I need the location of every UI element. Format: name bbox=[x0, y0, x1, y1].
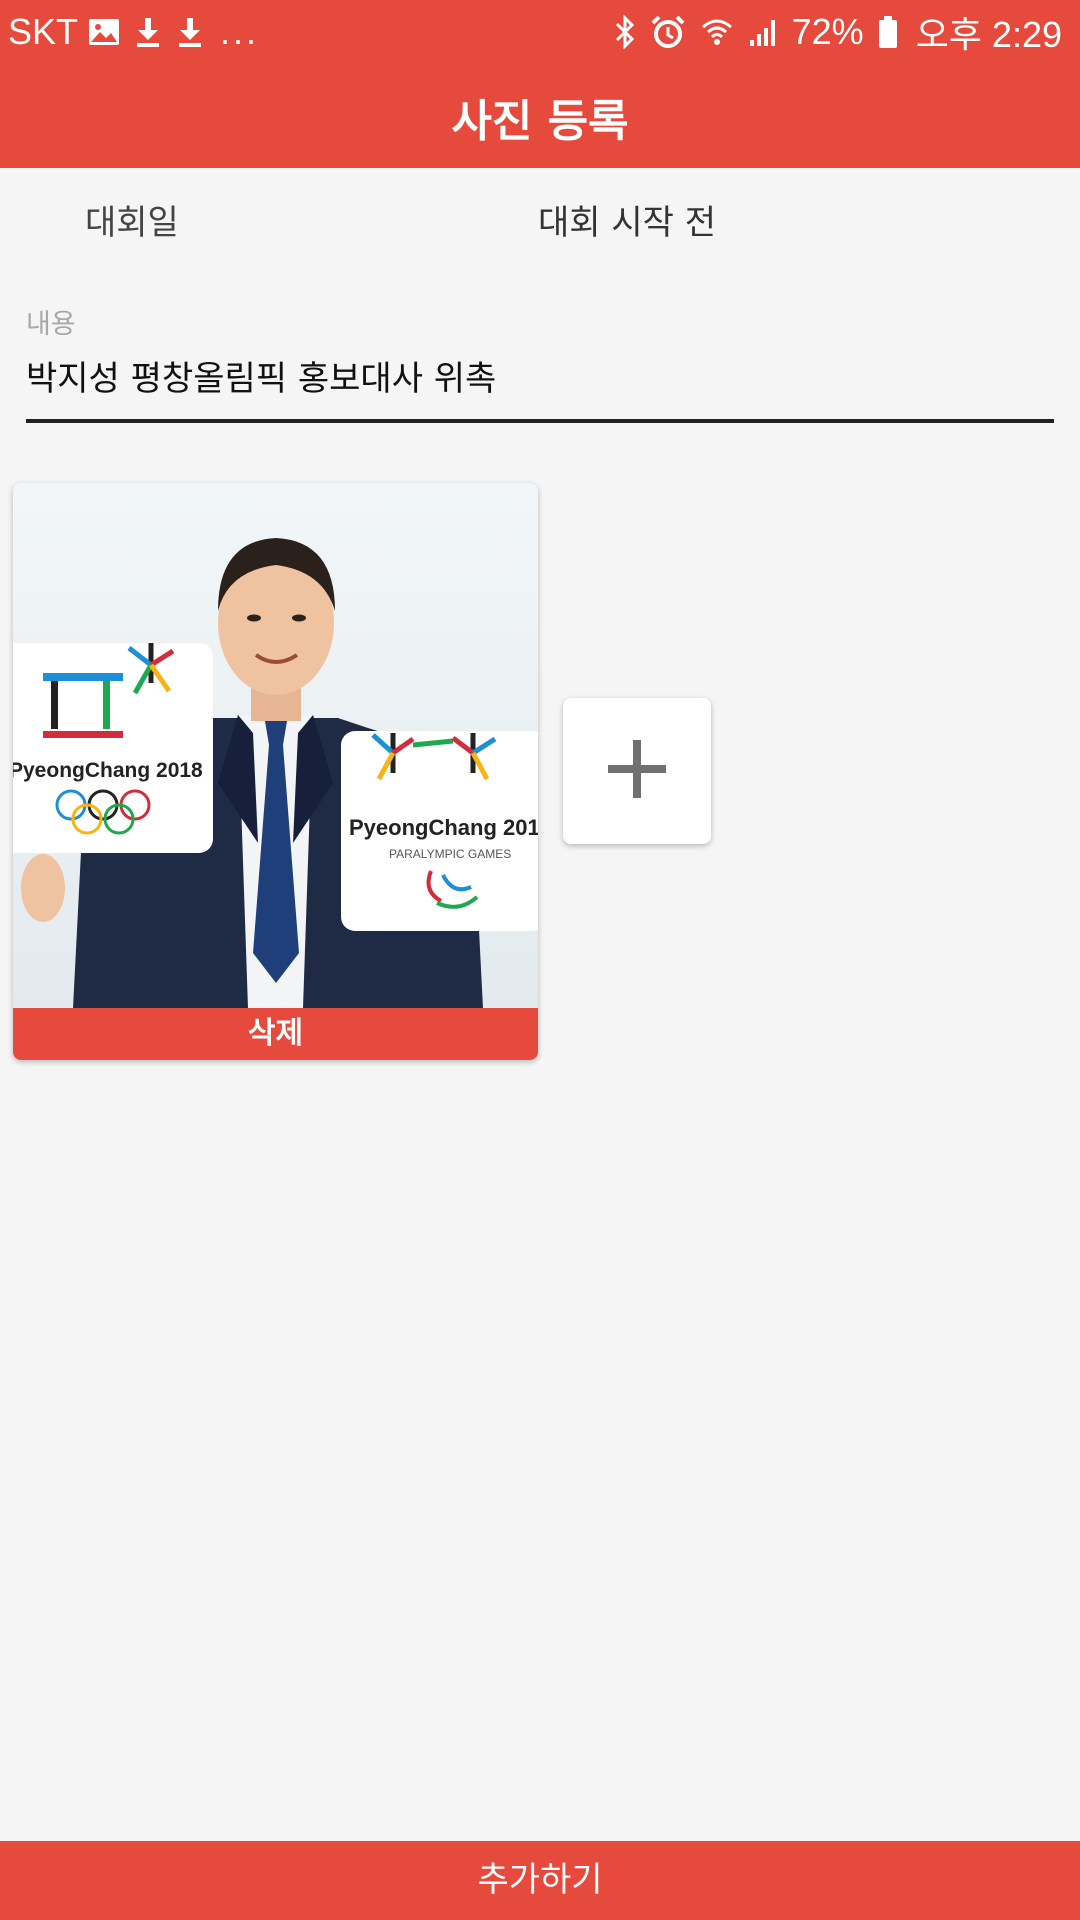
delete-button[interactable]: 삭제 bbox=[13, 1008, 538, 1060]
submit-button[interactable]: 추가하기 bbox=[0, 1841, 1080, 1920]
status-right: 72% 오후 2:29 bbox=[600, 8, 1062, 56]
clock: 오후 2:29 bbox=[915, 14, 1062, 55]
photo-card: PyeongChang 2018 PyeongChang 2018 PARALY… bbox=[13, 483, 538, 1060]
plus-icon bbox=[606, 738, 668, 804]
date-label: 대회일 bbox=[85, 203, 179, 243]
more-notifications: ... bbox=[220, 11, 260, 52]
add-photo-button[interactable] bbox=[563, 698, 711, 844]
image-icon bbox=[88, 17, 120, 47]
signal-icon bbox=[748, 16, 780, 48]
alarm-icon bbox=[650, 14, 686, 50]
right-logo-text: PyeongChang 2018 bbox=[349, 815, 538, 840]
content-input[interactable] bbox=[26, 345, 1054, 423]
carrier-label: SKT bbox=[8, 11, 79, 52]
download-icon bbox=[134, 16, 162, 48]
bluetooth-icon bbox=[614, 15, 636, 49]
download-icon bbox=[176, 16, 204, 48]
wifi-icon bbox=[700, 15, 734, 49]
uploaded-photo[interactable]: PyeongChang 2018 PyeongChang 2018 PARALY… bbox=[13, 483, 538, 1008]
battery-icon bbox=[878, 15, 898, 49]
app-bar: 사진 등록 bbox=[0, 65, 1080, 168]
status-left: SKT ... bbox=[8, 8, 259, 56]
battery-percent: 72% bbox=[791, 11, 864, 52]
status-bar: SKT ... 72% 오후 2:29 bbox=[0, 0, 1080, 65]
date-value[interactable]: 대회 시작 전 bbox=[538, 195, 716, 244]
content-field-label: 내용 bbox=[26, 309, 76, 340]
right-logo-subtext: PARALYMPIC GAMES bbox=[389, 847, 511, 861]
left-logo-text: PyeongChang 2018 bbox=[13, 759, 203, 782]
page-title: 사진 등록 bbox=[451, 96, 629, 147]
